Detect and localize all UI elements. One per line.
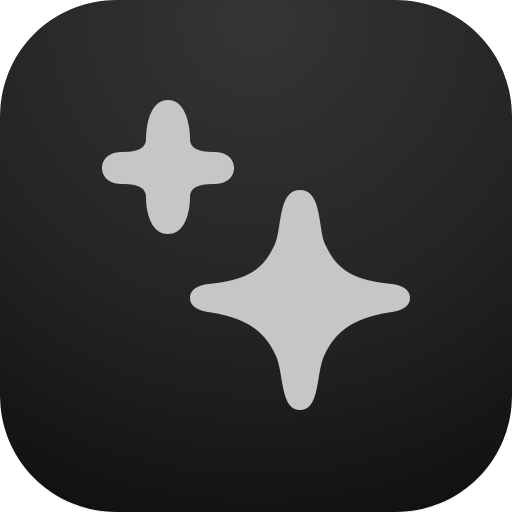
sparkles-app-icon[interactable] [0, 0, 512, 512]
icon-background [0, 0, 512, 512]
icon-canvas [0, 0, 512, 512]
sparkles-icon-artwork [0, 0, 512, 512]
